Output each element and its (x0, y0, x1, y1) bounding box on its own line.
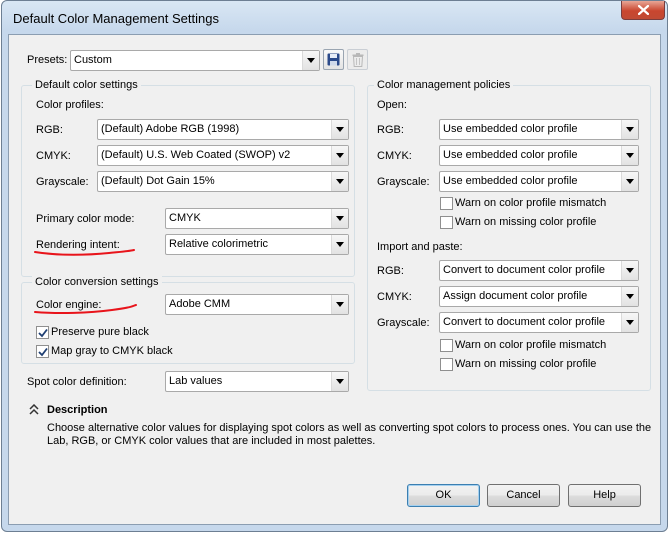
import-warn-mismatch-checkbox[interactable] (440, 339, 453, 352)
ok-button[interactable]: OK (407, 484, 480, 507)
chevron-down-icon[interactable] (331, 209, 348, 228)
open-cmyk-select[interactable]: Use embedded color profile (439, 145, 639, 166)
chevron-down-icon[interactable] (331, 372, 348, 391)
grayscale-profile-label: Grayscale: (36, 176, 89, 188)
save-preset-button[interactable] (323, 49, 344, 70)
cmyk-profile-select[interactable]: (Default) U.S. Web Coated (SWOP) v2 (97, 145, 349, 166)
import-grayscale-value: Convert to document color profile (443, 316, 606, 328)
rgb-profile-label: RGB: (36, 124, 63, 136)
spot-color-value: Lab values (169, 375, 223, 387)
chevron-down-icon[interactable] (302, 51, 319, 70)
description-title: Description (47, 404, 108, 416)
grayscale-profile-select[interactable]: (Default) Dot Gain 15% (97, 171, 349, 192)
color-engine-select[interactable]: Adobe CMM (165, 294, 349, 315)
chevron-down-icon[interactable] (621, 146, 638, 165)
save-icon (327, 53, 340, 66)
import-cmyk-label: CMYK: (377, 291, 412, 303)
chevron-down-icon[interactable] (331, 120, 348, 139)
import-cmyk-value: Assign document color profile (443, 290, 588, 302)
map-gray-checkbox[interactable] (36, 345, 49, 358)
trash-icon (352, 53, 364, 67)
primary-color-mode-label: Primary color mode: (36, 213, 135, 225)
spot-color-select[interactable]: Lab values (165, 371, 349, 392)
open-rgb-select[interactable]: Use embedded color profile (439, 119, 639, 140)
chevron-down-icon[interactable] (621, 172, 638, 191)
import-grayscale-select[interactable]: Convert to document color profile (439, 312, 639, 333)
import-paste-label: Import and paste: (377, 241, 463, 253)
dialog-window: Default Color Management Settings Preset… (1, 0, 668, 532)
presets-value: Custom (74, 54, 112, 66)
preserve-pure-black-checkbox[interactable] (36, 326, 49, 339)
dialog-content: Presets: Custom Default color settings C… (8, 34, 661, 525)
open-cmyk-value: Use embedded color profile (443, 149, 578, 161)
red-underline-annotation (34, 249, 135, 256)
open-warn-missing-checkbox[interactable] (440, 216, 453, 229)
rendering-intent-value: Relative colorimetric (169, 238, 269, 250)
open-warn-mismatch-label[interactable]: Warn on color profile mismatch (455, 197, 606, 210)
description-line-1: Choose alternative color values for disp… (47, 422, 652, 434)
presets-select[interactable]: Custom (70, 50, 320, 71)
chevron-down-icon[interactable] (331, 235, 348, 254)
import-rgb-label: RGB: (377, 265, 404, 277)
primary-color-mode-select[interactable]: CMYK (165, 208, 349, 229)
delete-preset-button[interactable] (347, 49, 368, 70)
rgb-profile-select[interactable]: (Default) Adobe RGB (1998) (97, 119, 349, 140)
chevron-down-icon[interactable] (331, 295, 348, 314)
help-button[interactable]: Help (568, 484, 641, 507)
import-cmyk-select[interactable]: Assign document color profile (439, 286, 639, 307)
preserve-pure-black-label[interactable]: Preserve pure black (51, 326, 149, 339)
grayscale-profile-value: (Default) Dot Gain 15% (101, 175, 215, 187)
color-profiles-label: Color profiles: (36, 99, 104, 111)
chevron-down-icon[interactable] (331, 172, 348, 191)
close-icon (638, 5, 649, 15)
chevron-down-icon[interactable] (621, 287, 638, 306)
spot-color-label: Spot color definition: (27, 376, 127, 388)
cmyk-profile-value: (Default) U.S. Web Coated (SWOP) v2 (101, 149, 291, 161)
description-line-2: Lab, RGB, or CMYK color values that are … (47, 435, 376, 447)
import-rgb-select[interactable]: Convert to document color profile (439, 260, 639, 281)
window-title: Default Color Management Settings (13, 11, 219, 26)
chevron-down-icon[interactable] (331, 146, 348, 165)
collapse-chevron-icon[interactable] (29, 404, 39, 415)
open-rgb-label: RGB: (377, 124, 404, 136)
import-grayscale-label: Grayscale: (377, 317, 430, 329)
open-rgb-value: Use embedded color profile (443, 123, 578, 135)
import-warn-mismatch-label[interactable]: Warn on color profile mismatch (455, 339, 606, 352)
color-engine-value: Adobe CMM (169, 298, 231, 310)
open-grayscale-select[interactable]: Use embedded color profile (439, 171, 639, 192)
rendering-intent-select[interactable]: Relative colorimetric (165, 234, 349, 255)
open-grayscale-value: Use embedded color profile (443, 175, 578, 187)
checkmark-icon (38, 328, 48, 338)
open-warn-missing-label[interactable]: Warn on missing color profile (455, 216, 596, 229)
presets-label: Presets: (27, 54, 68, 66)
chevron-down-icon[interactable] (621, 313, 638, 332)
checkmark-icon (38, 347, 48, 357)
import-warn-missing-checkbox[interactable] (440, 358, 453, 371)
title-bar[interactable]: Default Color Management Settings (2, 1, 667, 34)
close-button[interactable] (621, 1, 665, 20)
rgb-profile-value: (Default) Adobe RGB (1998) (101, 123, 240, 135)
red-underline-annotation (34, 304, 137, 315)
import-warn-missing-label[interactable]: Warn on missing color profile (455, 358, 596, 371)
import-rgb-value: Convert to document color profile (443, 264, 606, 276)
primary-color-mode-value: CMYK (169, 212, 201, 224)
default-color-settings-title: Default color settings (32, 79, 141, 92)
chevron-down-icon[interactable] (621, 120, 638, 139)
chevron-down-icon[interactable] (621, 261, 638, 280)
open-cmyk-label: CMYK: (377, 150, 412, 162)
cmyk-profile-label: CMYK: (36, 150, 71, 162)
color-conversion-settings-title: Color conversion settings (32, 276, 162, 289)
color-management-policies-title: Color management policies (374, 79, 514, 92)
open-grayscale-label: Grayscale: (377, 176, 430, 188)
map-gray-label[interactable]: Map gray to CMYK black (51, 345, 173, 358)
cancel-button[interactable]: Cancel (487, 484, 560, 507)
open-warn-mismatch-checkbox[interactable] (440, 197, 453, 210)
open-section-label: Open: (377, 99, 407, 111)
